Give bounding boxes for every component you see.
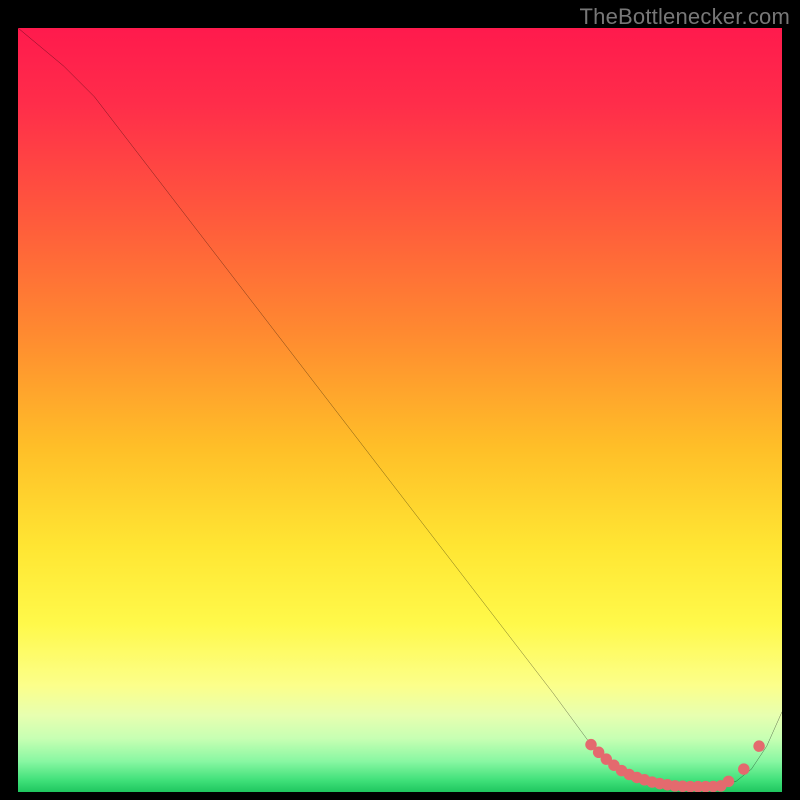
data-marker: [723, 776, 734, 787]
watermark-text: TheBottlenecker.com: [580, 4, 790, 30]
bottleneck-chart: [18, 28, 782, 792]
data-marker: [738, 763, 749, 774]
data-marker: [753, 740, 764, 751]
chart-stage: TheBottlenecker.com: [0, 0, 800, 800]
plot-background: [18, 28, 782, 792]
